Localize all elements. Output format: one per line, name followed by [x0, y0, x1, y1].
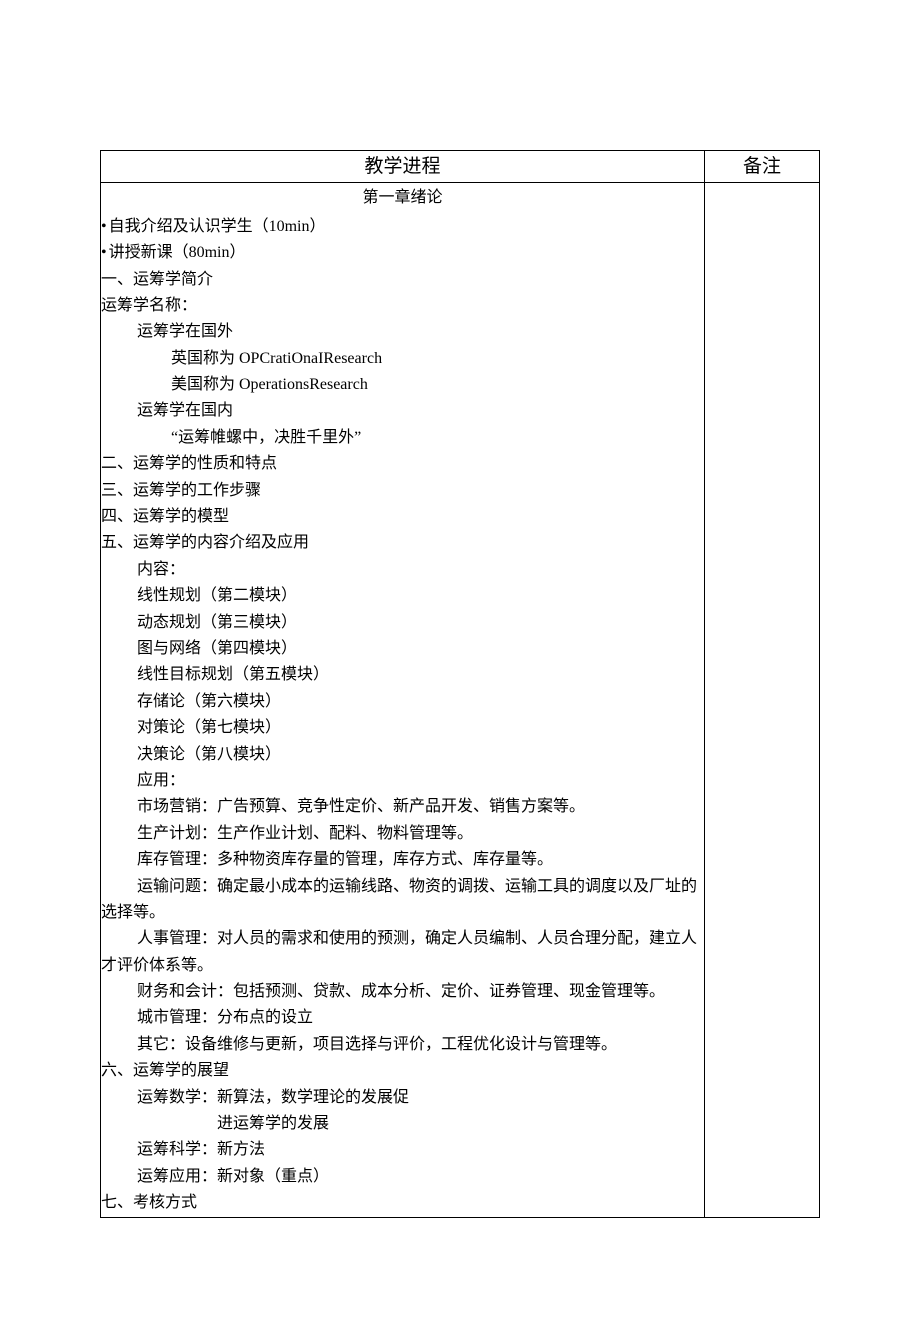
- content-line: 五、运筹学的内容介绍及应用: [101, 530, 704, 556]
- content-line: 人事管理：对人员的需求和使用的预测，确定人员编制、人员合理分配，建立人: [101, 926, 704, 952]
- content-line: 选择等。: [101, 900, 704, 926]
- chapter-title: 第一章绪论: [101, 183, 704, 213]
- content-line: 自我介绍及认识学生（10min）: [101, 214, 704, 240]
- content-line: 讲授新课（80min）: [101, 240, 704, 266]
- content-line: 城市管理：分布点的设立: [101, 1005, 704, 1031]
- content-line: 存储论（第六模块）: [101, 689, 704, 715]
- content-line: 英国称为 OPCratiOnaIResearch: [101, 346, 704, 372]
- content-line: 运筹数学：新算法，数学理论的发展促: [101, 1085, 704, 1111]
- main-content: 第一章绪论 自我介绍及认识学生（10min） 讲授新课（80min） 一、运筹学…: [101, 183, 705, 1217]
- content-line: 财务和会计：包括预测、贷款、成本分析、定价、证券管理、现金管理等。: [101, 979, 704, 1005]
- header-process: 教学进程: [101, 151, 705, 183]
- content-line: 运筹学在国内: [101, 398, 704, 424]
- content-line: 运筹科学：新方法: [101, 1137, 704, 1163]
- content-line: 动态规划（第三模块）: [101, 610, 704, 636]
- content-line: 对策论（第七模块）: [101, 715, 704, 741]
- content-line: 运输问题：确定最小成本的运输线路、物资的调拨、运输工具的调度以及厂址的: [101, 874, 704, 900]
- content-line: 生产计划：生产作业计划、配料、物料管理等。: [101, 821, 704, 847]
- content-line: 市场营销：广告预算、竞争性定价、新产品开发、销售方案等。: [101, 794, 704, 820]
- note-content: [704, 183, 819, 1217]
- content-line: 线性目标规划（第五模块）: [101, 662, 704, 688]
- content-line: 决策论（第八模块）: [101, 742, 704, 768]
- content-line: 运筹学在国外: [101, 319, 704, 345]
- content-line: 运筹应用：新对象（重点）: [101, 1164, 704, 1190]
- content-line: 三、运筹学的工作步骤: [101, 478, 704, 504]
- content-line: 六、运筹学的展望: [101, 1058, 704, 1084]
- content-line: 进运筹学的发展: [101, 1111, 704, 1137]
- content-line: 美国称为 OperationsResearch: [101, 372, 704, 398]
- content-line: 七、考核方式: [101, 1190, 704, 1216]
- lesson-table: 教学进程 备注 第一章绪论 自我介绍及认识学生（10min） 讲授新课（80mi…: [100, 150, 820, 1218]
- content-line: 其它：设备维修与更新，项目选择与评价，工程优化设计与管理等。: [101, 1032, 704, 1058]
- content-line: 图与网络（第四模块）: [101, 636, 704, 662]
- content-line: “运筹帷螺中，决胜千里外”: [101, 425, 704, 451]
- content-line: 运筹学名称：: [101, 293, 704, 319]
- content-line: 应用：: [101, 768, 704, 794]
- content-line: 内容：: [101, 557, 704, 583]
- table-header-row: 教学进程 备注: [101, 151, 820, 183]
- page: 教学进程 备注 第一章绪论 自我介绍及认识学生（10min） 讲授新课（80mi…: [0, 0, 920, 1318]
- table-body-row: 第一章绪论 自我介绍及认识学生（10min） 讲授新课（80min） 一、运筹学…: [101, 183, 820, 1217]
- content-line: 四、运筹学的模型: [101, 504, 704, 530]
- content-line: 二、运筹学的性质和特点: [101, 451, 704, 477]
- content-line: 库存管理：多种物资库存量的管理，库存方式、库存量等。: [101, 847, 704, 873]
- content-line: 一、运筹学简介: [101, 267, 704, 293]
- header-note: 备注: [704, 151, 819, 183]
- content-line: 才评价体系等。: [101, 953, 704, 979]
- content-line: 线性规划（第二模块）: [101, 583, 704, 609]
